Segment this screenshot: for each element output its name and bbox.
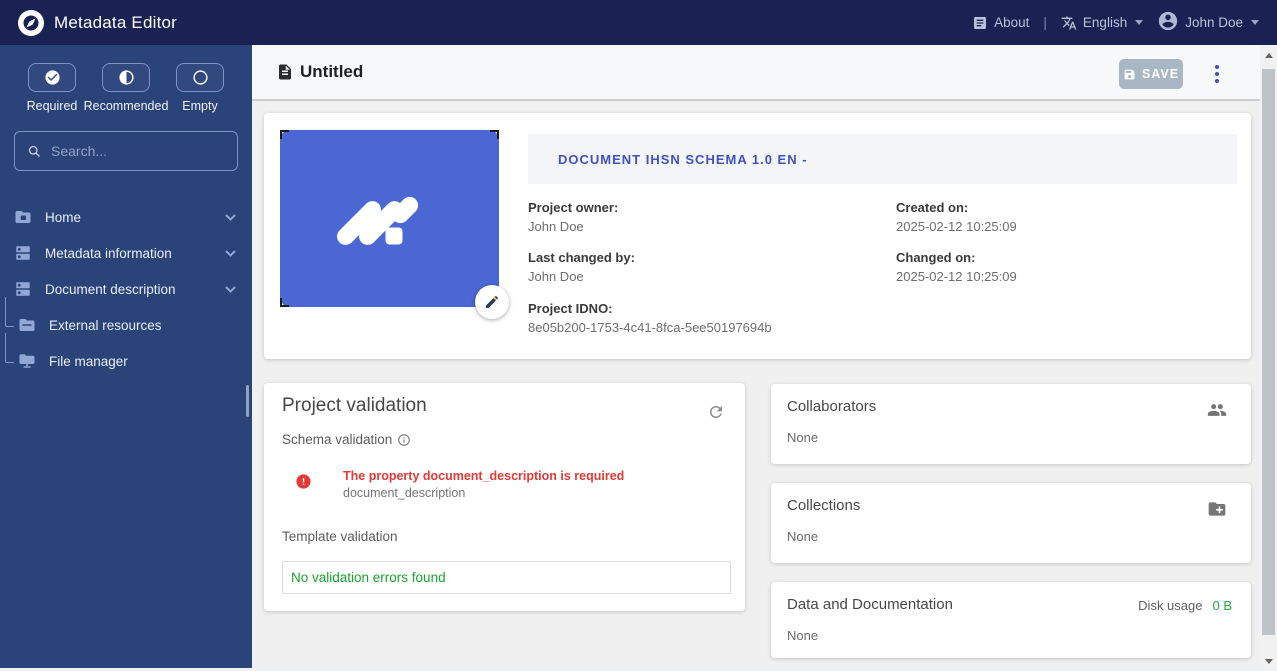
schema-banner: DOCUMENT IHSN SCHEMA 1.0 EN -	[528, 134, 1237, 184]
caret-down-icon	[1135, 20, 1143, 25]
half-circle-icon	[118, 69, 135, 86]
navbar-divider: |	[1043, 15, 1047, 30]
field-filters: Required Recommended Empty	[0, 45, 252, 113]
navbar-actions: About | English John Doe	[972, 10, 1259, 35]
data-documentation-title: Data and Documentation	[787, 596, 953, 613]
chevron-down-icon	[225, 214, 236, 221]
validation-title: Project validation	[282, 395, 427, 417]
edit-thumbnail-button[interactable]	[475, 285, 509, 319]
scrollbar-thumb[interactable]	[1262, 69, 1275, 635]
about-link[interactable]: About	[972, 15, 1029, 31]
filter-required[interactable]: Required	[16, 63, 88, 113]
sidebar-item-home[interactable]: Home	[0, 199, 252, 235]
search-icon	[27, 144, 42, 159]
tree-connector	[5, 297, 14, 327]
crop-corner-icon	[280, 298, 289, 307]
data-documentation-card: Data and Documentation Disk usage 0 B No…	[771, 582, 1251, 658]
refresh-validation-button[interactable]	[707, 403, 725, 421]
page-header: Untitled SAVE	[252, 45, 1260, 101]
schema-title: DOCUMENT IHSN SCHEMA 1.0 EN -	[558, 152, 808, 167]
top-navbar: Metadata Editor About | English John Doe	[0, 0, 1277, 45]
scroll-down-arrow[interactable]	[1260, 653, 1277, 669]
user-avatar-icon	[1157, 10, 1179, 35]
save-button[interactable]: SAVE	[1119, 59, 1183, 89]
language-menu[interactable]: English	[1061, 15, 1143, 31]
app-window: Metadata Editor About | English John Doe	[0, 0, 1277, 671]
about-icon	[972, 15, 988, 31]
validation-error-field: document_description	[343, 486, 465, 500]
last-changed-by-field: Last changed by: John Doe	[528, 250, 635, 284]
main-area: Untitled SAVE	[252, 45, 1260, 671]
project-summary-card: DOCUMENT IHSN SCHEMA 1.0 EN - Project ow…	[264, 113, 1251, 359]
folder-plus-icon[interactable]	[1207, 499, 1227, 519]
sidebar-item-metadata-information[interactable]: Metadata information	[0, 235, 252, 271]
disk-usage-label: Disk usage	[1138, 598, 1202, 613]
folder-line-icon	[18, 316, 36, 334]
filter-recommended[interactable]: Recommended	[88, 63, 164, 113]
app-title: Metadata Editor	[54, 13, 177, 33]
save-icon	[1123, 68, 1136, 81]
info-icon[interactable]	[397, 433, 411, 447]
crop-corner-icon	[280, 130, 289, 139]
created-on-field: Created on: 2025-02-12 10:25:09	[896, 200, 1017, 234]
chevron-down-icon	[225, 250, 236, 257]
drawers-icon	[14, 244, 32, 262]
content-area: DOCUMENT IHSN SCHEMA 1.0 EN - Project ow…	[252, 103, 1260, 671]
scroll-up-arrow[interactable]	[1260, 47, 1277, 63]
data-documentation-value: None	[787, 628, 818, 643]
validation-error-message: The property document_description is req…	[343, 469, 624, 483]
disk-usage-value: 0 B	[1212, 598, 1232, 613]
crop-corner-icon	[490, 130, 499, 139]
sidebar-item-external-resources[interactable]: External resources	[0, 307, 252, 343]
project-validation-card: Project validation Schema validation The…	[264, 383, 745, 611]
schema-validation-label: Schema validation	[282, 432, 411, 447]
user-menu[interactable]: John Doe	[1157, 10, 1259, 35]
filter-empty[interactable]: Empty	[164, 63, 236, 113]
page-scrollbar	[1260, 45, 1277, 671]
sidebar: Required Recommended Empty Home	[0, 45, 252, 671]
chevron-down-icon	[225, 286, 236, 293]
app-logo-icon	[18, 10, 44, 36]
collaborators-title: Collaborators	[787, 398, 876, 415]
template-validation-result: No validation errors found	[282, 561, 731, 594]
template-validation-label: Template validation	[282, 529, 398, 544]
sidebar-search	[14, 131, 238, 171]
project-owner-field: Project owner: John Doe	[528, 200, 618, 234]
page-title: Untitled	[300, 62, 363, 82]
check-circle-icon	[44, 69, 61, 86]
collections-value: None	[787, 529, 818, 544]
document-icon	[276, 62, 294, 82]
home-folder-icon	[14, 208, 32, 226]
pencil-icon	[484, 294, 500, 310]
tree-connector	[5, 333, 14, 363]
refresh-icon	[707, 403, 725, 421]
empty-circle-icon	[192, 69, 209, 86]
brand: Metadata Editor	[18, 10, 177, 36]
people-icon[interactable]	[1207, 400, 1227, 420]
collections-card: Collections None	[771, 483, 1251, 563]
sidebar-item-document-description[interactable]: Document description	[0, 271, 252, 307]
collaborators-card: Collaborators None	[771, 384, 1251, 464]
disk-usage: Disk usage 0 B	[1138, 598, 1232, 613]
sidebar-item-file-manager[interactable]: File manager	[0, 343, 252, 379]
collaborators-value: None	[787, 430, 818, 445]
caret-down-icon	[1251, 20, 1259, 25]
translate-icon	[1061, 15, 1077, 31]
sidebar-nav: Home Metadata information Document descr…	[0, 199, 252, 379]
changed-on-field: Changed on: 2025-02-12 10:25:09	[896, 250, 1017, 284]
drawers-icon	[14, 280, 32, 298]
project-thumbnail	[280, 130, 499, 307]
kebab-menu-icon[interactable]	[1210, 61, 1224, 87]
metadata-editor-logo-icon	[324, 178, 454, 268]
project-idno-field: Project IDNO: 8e05b200-1753-4c41-8fca-5e…	[528, 301, 772, 335]
collections-title: Collections	[787, 497, 860, 514]
error-icon	[295, 473, 312, 490]
sidebar-scrollbar-thumb[interactable]	[246, 385, 249, 417]
folder-stand-icon	[18, 352, 36, 370]
search-input[interactable]	[51, 143, 225, 159]
